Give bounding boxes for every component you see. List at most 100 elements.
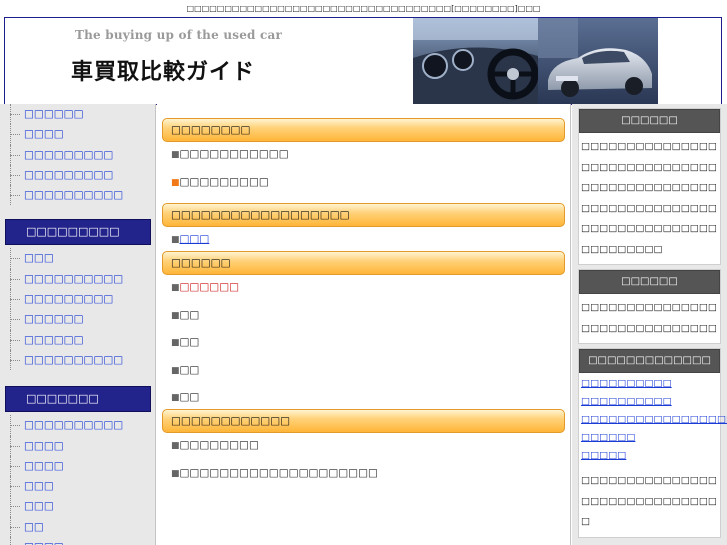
nav-link[interactable]: □□ <box>24 521 44 533</box>
bullet-icon: ■ <box>171 393 180 403</box>
section-bar: □□□□□□□□□□□□ <box>162 409 565 433</box>
nav-item[interactable]: □□□□□□ <box>0 309 155 330</box>
info-box-text: □□□□□□□□□□□□□□□□□□□□□□□□□□□□□□ <box>581 302 717 334</box>
list-item: ■□□□□□□□□ <box>157 437 570 465</box>
car-interior-photo <box>413 18 538 104</box>
nav-link[interactable]: □□□□□□□□□□ <box>24 273 123 285</box>
nav-section-heading: □□□□□□□□□ <box>5 219 151 246</box>
nav-link[interactable]: □□□□□□ <box>24 334 84 346</box>
list-item: ■□□ <box>157 389 570 407</box>
list-item: □□□□□□ <box>581 429 718 447</box>
nav-link[interactable]: □□□□□□ <box>24 108 84 120</box>
nav-item[interactable]: □□□□ <box>0 537 155 545</box>
item-text: □□□□□□□□□□□ <box>179 148 289 160</box>
list-item: □□□□□□□□□□□□□□□□□□□□ <box>581 411 727 429</box>
nav-link[interactable]: □□□□□□□□□□ <box>24 189 123 201</box>
bullet-icon: ■ <box>171 338 180 348</box>
list-item: □□□□□ <box>581 447 718 465</box>
header-tagline: The buying up of the used car <box>75 28 283 42</box>
item-text: □□□□□□□□□ <box>179 175 269 188</box>
sidebar-link[interactable]: □□□□□□□□□□ <box>581 378 672 389</box>
nav-link[interactable]: □□□ <box>24 480 54 492</box>
sidebar-link[interactable]: □□□□□□□□□□□□□□□□□□□□ <box>581 414 727 425</box>
info-box-title: □□□□□□ <box>579 270 720 294</box>
nav-item[interactable]: □□□□□□□□□ <box>0 289 155 310</box>
bullet-icon: ■ <box>171 468 180 479</box>
bullet-icon: ■ <box>171 177 180 188</box>
nav-group-main: □□□□□□ □□□□ □□□□□□□□□ □□□□□□□□□ □□□□□□□□… <box>0 104 155 206</box>
list-item: ■□□ <box>157 362 570 390</box>
sidebar-link[interactable]: □□□□□ <box>581 450 626 461</box>
bullet-icon: ■ <box>171 365 180 376</box>
silver-car-photo <box>538 18 658 104</box>
bullet-icon: ■ <box>171 441 180 451</box>
item-text: □□□□□□□□ <box>179 439 259 451</box>
sidebar-link[interactable]: □□□□□□ <box>581 432 635 443</box>
main-content: □□□□□□□□ ■□□□□□□□□□□□ ■□□□□□□□□□ □□□□□□□… <box>157 104 571 545</box>
item-link[interactable]: □□□ <box>180 233 210 245</box>
bullet-icon: ■ <box>171 150 180 160</box>
nav-item[interactable]: □□□□□□ <box>0 329 155 351</box>
info-box-text: □□□□□□□□□□□□□□□□□□□□□□□□□□□□□□□□□□□□□□□□… <box>581 141 717 255</box>
list-item: ■□□□□□□□□□ <box>157 174 570 202</box>
nav-group-third: □□□□□□□□□□ □□□□ □□□□ □□□ □□□ □□ □□□□ <box>0 415 155 545</box>
nav-item[interactable]: □□□□□□□□□ <box>0 144 155 166</box>
nav-link[interactable]: □□□□□□□□□□ <box>24 419 123 431</box>
nav-item[interactable]: □□□ <box>0 248 155 270</box>
info-box: □□□□□□ □□□□□□□□□□□□□□□□□□□□□□□□□□□□□□ <box>578 269 721 344</box>
nav-link[interactable]: □□□□ <box>24 460 64 472</box>
section-bar: □□□□□□□□ <box>162 118 565 142</box>
links-list: □□□□□□□□□□ □□□□□□□□□□ □□□□□□□□□□□□□□□□ □□… <box>579 373 727 467</box>
site-title[interactable]: 車買取比較ガイド <box>71 54 255 86</box>
nav-link[interactable]: □□□□□□□□□ <box>24 149 113 161</box>
nav-item[interactable]: □□□□ <box>0 455 155 477</box>
item-text: □□ <box>179 336 200 348</box>
item-text-highlight[interactable]: □□□□□□ <box>180 281 240 293</box>
left-sidebar: □□□□□□ □□□□ □□□□□□□□□ □□□□□□□□□ □□□□□□□□… <box>0 104 156 545</box>
list-item: ■□□□ <box>157 231 570 249</box>
nav-item[interactable]: □□ <box>0 516 155 538</box>
nav-link[interactable]: □□□□ <box>24 440 64 452</box>
nav-link[interactable]: □□□□ <box>24 128 64 140</box>
nav-item[interactable]: □□□□ <box>0 124 155 145</box>
nav-link[interactable]: □□□□□□□□□ <box>24 169 113 181</box>
links-box-text: □□□□□□□□□□□□□□□□□□□□□□□□□□□□□□□ <box>581 475 717 527</box>
nav-item[interactable]: □□□□□□□□□□ <box>0 415 155 436</box>
list-item: ■□□□□□□ <box>157 279 570 307</box>
nav-item[interactable]: □□□□□□□□□□ <box>0 349 155 371</box>
info-box-title: □□□□□□ <box>579 109 720 133</box>
links-box-title: □□□□□□□□□□□□□ <box>579 349 720 373</box>
nav-link[interactable]: □□□□□□□□□□ <box>24 354 123 366</box>
nav-item[interactable]: □□□ <box>0 476 155 497</box>
list-item: ■□□□□□□□□□□□□□□□□□□□□ <box>157 465 570 493</box>
list-item: ■□□ <box>157 307 570 335</box>
nav-link[interactable]: □□□ <box>24 500 54 512</box>
nav-section-heading: □□□□□□□ <box>5 386 151 413</box>
list-item: □□□□□□□□□□ <box>581 375 718 393</box>
nav-item[interactable]: □□□ <box>0 496 155 518</box>
item-text: □□ <box>179 391 200 403</box>
nav-link[interactable]: □□□□□□□□□ <box>24 293 113 305</box>
nav-link[interactable]: □□□□ <box>24 541 64 545</box>
bullet-icon: ■ <box>171 310 180 321</box>
list-item: □□□□□□□□□□ <box>581 393 718 411</box>
nav-item[interactable]: □□□□ <box>0 435 155 457</box>
links-box: □□□□□□□□□□□□□ □□□□□□□□□□ □□□□□□□□□□ □□□□… <box>578 348 727 538</box>
nav-item[interactable]: □□□□□□□□□□ <box>0 268 155 290</box>
item-text: □□ <box>179 308 200 321</box>
top-announcement: □□□□□□□□□□□□□□□□□□□□□□□□□□□□□□□□□□□[□□□□… <box>186 4 541 13</box>
nav-item[interactable]: □□□□□□□□□□ <box>0 185 155 206</box>
section-bar: □□□□□□ <box>162 251 565 275</box>
info-box: □□□□□□ □□□□□□□□□□□□□□□□□□□□□□□□□□□□□□□□□… <box>578 108 721 265</box>
section-bar: □□□□□□□□□□□□□□□□□□ <box>162 203 565 227</box>
right-sidebar: □□□□□□ □□□□□□□□□□□□□□□□□□□□□□□□□□□□□□□□□… <box>572 104 727 545</box>
nav-group-second: □□□ □□□□□□□□□□ □□□□□□□□□ □□□□□□ □□□□□□ □… <box>0 248 155 371</box>
sidebar-link[interactable]: □□□□□□□□□□ <box>581 396 672 407</box>
nav-item[interactable]: □□□□□□ <box>0 104 155 125</box>
list-item: ■□□□□□□□□□□□ <box>157 146 570 174</box>
item-text: □□ <box>179 363 200 376</box>
nav-item[interactable]: □□□□□□□□□ <box>0 164 155 186</box>
nav-link[interactable]: □□□ <box>24 252 54 264</box>
nav-link[interactable]: □□□□□□ <box>24 313 84 325</box>
bullet-icon: ■ <box>171 283 180 293</box>
